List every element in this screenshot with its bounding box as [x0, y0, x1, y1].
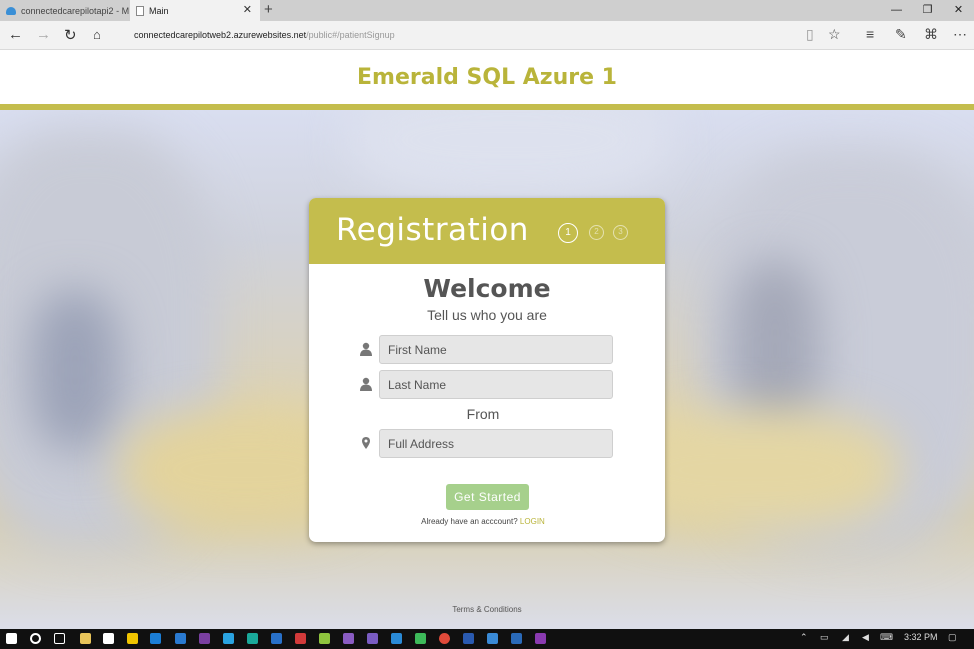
close-window-button[interactable]: ✕	[943, 0, 974, 21]
page-icon	[136, 5, 144, 16]
hub-icon[interactable]: ≡	[866, 26, 874, 42]
file-explorer-icon[interactable]	[80, 633, 91, 644]
from-label: From	[466, 406, 500, 422]
word-icon[interactable]	[463, 633, 474, 644]
volume-icon[interactable]: ◀	[862, 632, 869, 643]
start-icon[interactable]	[6, 633, 17, 644]
map-pin-icon	[362, 437, 370, 449]
tab-label: Main	[149, 5, 169, 16]
login-link[interactable]: LOGIN	[520, 517, 545, 526]
registration-header: Registration 1 2 3	[309, 198, 665, 264]
app-icon[interactable]	[415, 633, 426, 644]
login-prompt: Already have an acccount? LOGIN	[309, 517, 657, 526]
back-arrow-icon[interactable]: ←	[8, 26, 23, 43]
minimize-button[interactable]: —	[881, 0, 912, 21]
outlook-icon[interactable]	[175, 633, 186, 644]
edge-icon[interactable]	[150, 633, 161, 644]
terms-link[interactable]: Terms & Conditions	[0, 605, 974, 614]
page-title: Emerald SQL Azure 1	[357, 65, 617, 90]
ie-icon[interactable]	[127, 633, 138, 644]
step-indicator-2: 2	[589, 225, 604, 240]
notifications-icon[interactable]: ▢	[948, 632, 957, 643]
chrome-icon[interactable]	[439, 633, 450, 644]
visual-studio-icon[interactable]	[367, 633, 378, 644]
page-header: Emerald SQL Azure 1	[0, 50, 974, 104]
cortana-icon[interactable]	[30, 633, 41, 644]
registration-title: Registration	[336, 212, 529, 248]
address-input[interactable]	[379, 429, 613, 458]
browser-tab-bar: connectedcarepilotapi2 - M Main ✕ + — ❐ …	[0, 0, 974, 21]
onenote-icon[interactable]	[199, 633, 210, 644]
skype-icon[interactable]	[223, 633, 234, 644]
share-icon[interactable]: ⌘	[924, 26, 938, 43]
chevron-up-icon[interactable]: ⌃	[800, 632, 808, 643]
task-view-icon[interactable]	[54, 633, 65, 644]
browser-tab-active[interactable]: Main ✕	[130, 0, 260, 21]
store-icon[interactable]	[103, 633, 114, 644]
get-started-button[interactable]: Get Started	[446, 484, 529, 510]
home-icon[interactable]: ⌂	[93, 27, 101, 42]
tab-label: connectedcarepilotapi2 - M	[21, 5, 130, 16]
login-prompt-text: Already have an acccount?	[421, 517, 518, 526]
user-icon	[360, 377, 372, 391]
welcome-subtitle: Tell us who you are	[427, 307, 547, 323]
app-icon[interactable]	[271, 633, 282, 644]
refresh-icon[interactable]: ↻	[64, 26, 77, 44]
battery-icon[interactable]: ▭	[820, 632, 829, 643]
restore-button[interactable]: ❐	[912, 0, 943, 21]
url-path: /public#/patientSignup	[306, 30, 395, 40]
favorite-star-icon[interactable]: ☆	[828, 26, 841, 43]
address-bar: ← → ↻ ⌂ connectedcarepilotweb2.azurewebs…	[0, 21, 974, 50]
last-name-input[interactable]	[379, 370, 613, 399]
onenote-icon[interactable]	[535, 633, 546, 644]
new-tab-button[interactable]: +	[264, 1, 273, 18]
app-icon[interactable]	[391, 633, 402, 644]
web-note-icon[interactable]: ✎	[895, 26, 907, 43]
visual-studio-icon[interactable]	[343, 633, 354, 644]
welcome-heading: Welcome	[423, 274, 551, 303]
close-tab-icon[interactable]: ✕	[243, 3, 252, 16]
app-icon[interactable]	[487, 633, 498, 644]
reading-view-icon[interactable]: ▯	[806, 26, 814, 43]
browser-tab-inactive[interactable]: connectedcarepilotapi2 - M	[0, 0, 130, 21]
step-indicator-1: 1	[558, 223, 578, 243]
keyboard-icon[interactable]: ⌨	[880, 632, 893, 643]
registration-card: Registration 1 2 3 Welcome Tell us who y…	[309, 198, 665, 542]
app-icon[interactable]	[295, 633, 306, 644]
step-indicator-3: 3	[613, 225, 628, 240]
user-icon	[360, 342, 372, 356]
url-field[interactable]: connectedcarepilotweb2.azurewebsites.net…	[134, 30, 395, 40]
url-host: connectedcarepilotweb2.azurewebsites.net	[134, 30, 307, 40]
first-name-input[interactable]	[379, 335, 613, 364]
windows-taskbar: ⌃ ▭ ◢ ◀ ⌨ 3:32 PM ▢	[0, 629, 974, 649]
more-icon[interactable]: ⋯	[953, 26, 967, 43]
app-icon[interactable]	[319, 633, 330, 644]
app-icon[interactable]	[511, 633, 522, 644]
window-controls: — ❐ ✕	[881, 0, 974, 21]
sway-icon[interactable]	[247, 633, 258, 644]
forward-arrow-icon[interactable]: →	[36, 26, 51, 43]
clock[interactable]: 3:32 PM	[904, 632, 938, 642]
wifi-icon[interactable]: ◢	[842, 632, 849, 643]
cloud-icon	[6, 6, 16, 15]
